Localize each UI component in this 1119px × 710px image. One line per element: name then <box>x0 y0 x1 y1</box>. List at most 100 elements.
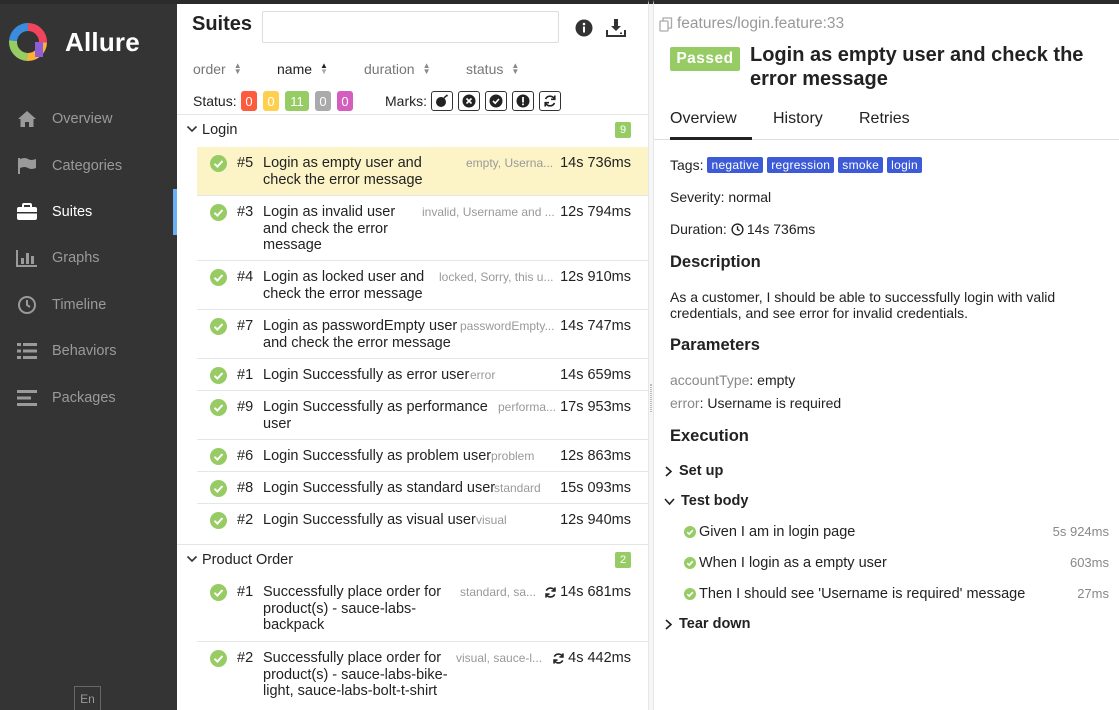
tab-overview[interactable]: Overview <box>670 110 752 140</box>
sidebar-item-behaviors[interactable]: Behaviors <box>0 328 177 374</box>
align-left-icon <box>15 387 39 409</box>
chevron-down-icon <box>186 555 198 563</box>
test-number: #4 <box>237 269 254 285</box>
mark-flaky-button[interactable] <box>431 91 453 111</box>
test-duration: 14s 659ms <box>560 367 631 383</box>
test-duration: 14s 736ms <box>560 155 631 171</box>
check-circle-icon <box>684 557 696 569</box>
mark-retries-button[interactable] <box>539 91 561 111</box>
sort-order[interactable]: order ▲ ▼ <box>193 61 242 77</box>
test-row[interactable]: #5 Login as empty user and check the err… <box>197 147 648 196</box>
tag-badge: login <box>887 157 922 173</box>
sort-duration[interactable]: duration ▲ ▼ <box>364 61 431 77</box>
sidebar-item-label: Packages <box>52 389 116 406</box>
step-duration: 603ms <box>1069 555 1109 570</box>
sidebar-item-graphs[interactable]: Graphs <box>0 235 177 281</box>
sort-status[interactable]: status ▲ ▼ <box>466 61 519 77</box>
test-row[interactable]: #2 Login Successfully as visual user vis… <box>197 504 648 536</box>
teardown-toggle[interactable]: Tear down <box>664 616 750 632</box>
status-failed-chip[interactable]: 0 <box>241 91 257 111</box>
bar-chart-icon <box>15 247 39 269</box>
status-badge: Passed <box>670 47 740 71</box>
sidebar-item-label: Graphs <box>52 250 100 267</box>
suite-group-product-order[interactable]: Product Order 2 <box>177 545 648 575</box>
test-duration: 12s 910ms <box>560 269 631 285</box>
test-name: Login as invalid user and check the erro… <box>263 204 396 253</box>
test-number: #7 <box>237 318 254 334</box>
setup-toggle[interactable]: Set up <box>664 463 723 479</box>
parameters-heading: Parameters <box>670 336 760 354</box>
clock-icon <box>731 222 744 236</box>
test-row[interactable]: #3 Login as invalid user and check the e… <box>197 196 648 261</box>
sort-arrows-icon: ▲ ▼ <box>233 61 242 76</box>
refresh-icon <box>544 95 556 107</box>
suite-group-login[interactable]: Login 9 <box>177 115 648 145</box>
tab-retries[interactable]: Retries <box>859 110 910 140</box>
test-params: standard <box>494 481 541 495</box>
test-row[interactable]: #2 Successfully place order for product(… <box>197 642 648 710</box>
test-row[interactable]: #7 Login as passwordEmpty user and check… <box>197 310 648 359</box>
test-duration: 17s 953ms <box>560 399 631 415</box>
status-passed-chip[interactable]: 11 <box>285 91 309 111</box>
test-title: Login as empty user and check the error … <box>750 44 1084 90</box>
download-icon[interactable] <box>605 17 627 39</box>
suite-group-name: Product Order <box>202 552 294 568</box>
sidebar-item-categories[interactable]: Categories <box>0 142 177 188</box>
test-row[interactable]: #1 Login Successfully as error user erro… <box>197 359 648 391</box>
copy-icon[interactable] <box>659 16 673 32</box>
step-text: Given I am in login page <box>699 524 856 540</box>
status-broken-chip[interactable]: 0 <box>263 91 279 111</box>
test-number: #2 <box>237 512 254 528</box>
marks-label: Marks: <box>385 93 427 109</box>
tags-label: Tags: <box>670 157 704 173</box>
search-input[interactable] <box>262 11 559 43</box>
test-row[interactable]: #6 Login Successfully as problem user pr… <box>197 440 648 472</box>
sort-name[interactable]: name ▲ ▼ <box>277 61 328 77</box>
test-path[interactable]: features/login.feature:33 <box>659 15 844 33</box>
status-skipped-chip[interactable]: 0 <box>315 91 331 111</box>
sidebar-item-label: Behaviors <box>52 343 117 360</box>
clock-icon <box>15 294 39 316</box>
test-row[interactable]: #4 Login as locked user and check the er… <box>197 261 648 310</box>
test-number: #1 <box>237 584 254 600</box>
sidebar-item-label: Suites <box>52 203 93 220</box>
sidebar-item-overview[interactable]: Overview <box>0 96 177 142</box>
test-duration-value: 4s 442ms <box>568 650 631 666</box>
sidebar-item-suites[interactable]: Suites <box>0 188 177 236</box>
mark-new-passed-button[interactable] <box>485 91 507 111</box>
test-name: Login as empty user and check the error … <box>263 155 423 188</box>
test-path-text: features/login.feature:33 <box>677 15 845 32</box>
test-body-toggle[interactable]: Test body <box>664 493 748 509</box>
language-switch[interactable]: En <box>74 686 101 710</box>
test-params: empty, Userna... <box>466 156 554 170</box>
tab-history[interactable]: History <box>773 110 823 140</box>
test-row[interactable]: #8 Login Successfully as standard user s… <box>197 472 648 504</box>
test-name: Login Successfully as performance user <box>263 399 488 432</box>
brand[interactable]: Allure <box>7 21 140 63</box>
chevron-right-icon <box>665 465 673 477</box>
mark-new-broken-button[interactable] <box>512 91 534 111</box>
test-duration-value: 14s 681ms <box>560 584 631 600</box>
check-circle-icon <box>210 650 227 667</box>
sort-label: name <box>277 61 313 77</box>
check-circle-icon <box>210 155 227 172</box>
mark-new-failed-button[interactable] <box>458 91 480 111</box>
parameter-key: error <box>670 395 700 411</box>
status-label: Status: <box>193 93 237 109</box>
sidebar-item-timeline[interactable]: Timeline <box>0 282 177 328</box>
sidebar-item-label: Categories <box>52 157 123 174</box>
sort-arrows-icon: ▲ ▼ <box>320 61 328 76</box>
info-icon[interactable] <box>573 17 595 39</box>
status-unknown-chip[interactable]: 0 <box>337 91 353 111</box>
test-number: #3 <box>237 204 254 220</box>
sidebar-item-packages[interactable]: Packages <box>0 374 177 420</box>
test-row[interactable]: #9 Login Successfully as performance use… <box>197 391 648 440</box>
sidebar-nav: Overview Categories Suites Graphs Timeli… <box>0 96 177 421</box>
test-params: locked, Sorry, this u... <box>439 270 554 284</box>
brand-name: Allure <box>65 26 140 57</box>
check-circle-icon <box>210 399 227 416</box>
test-row[interactable]: #1 Successfully place order for product(… <box>197 576 648 642</box>
duration-row: Duration: 14s 736ms <box>670 221 815 237</box>
check-circle-icon <box>684 588 696 600</box>
check-circle-icon <box>210 512 227 529</box>
